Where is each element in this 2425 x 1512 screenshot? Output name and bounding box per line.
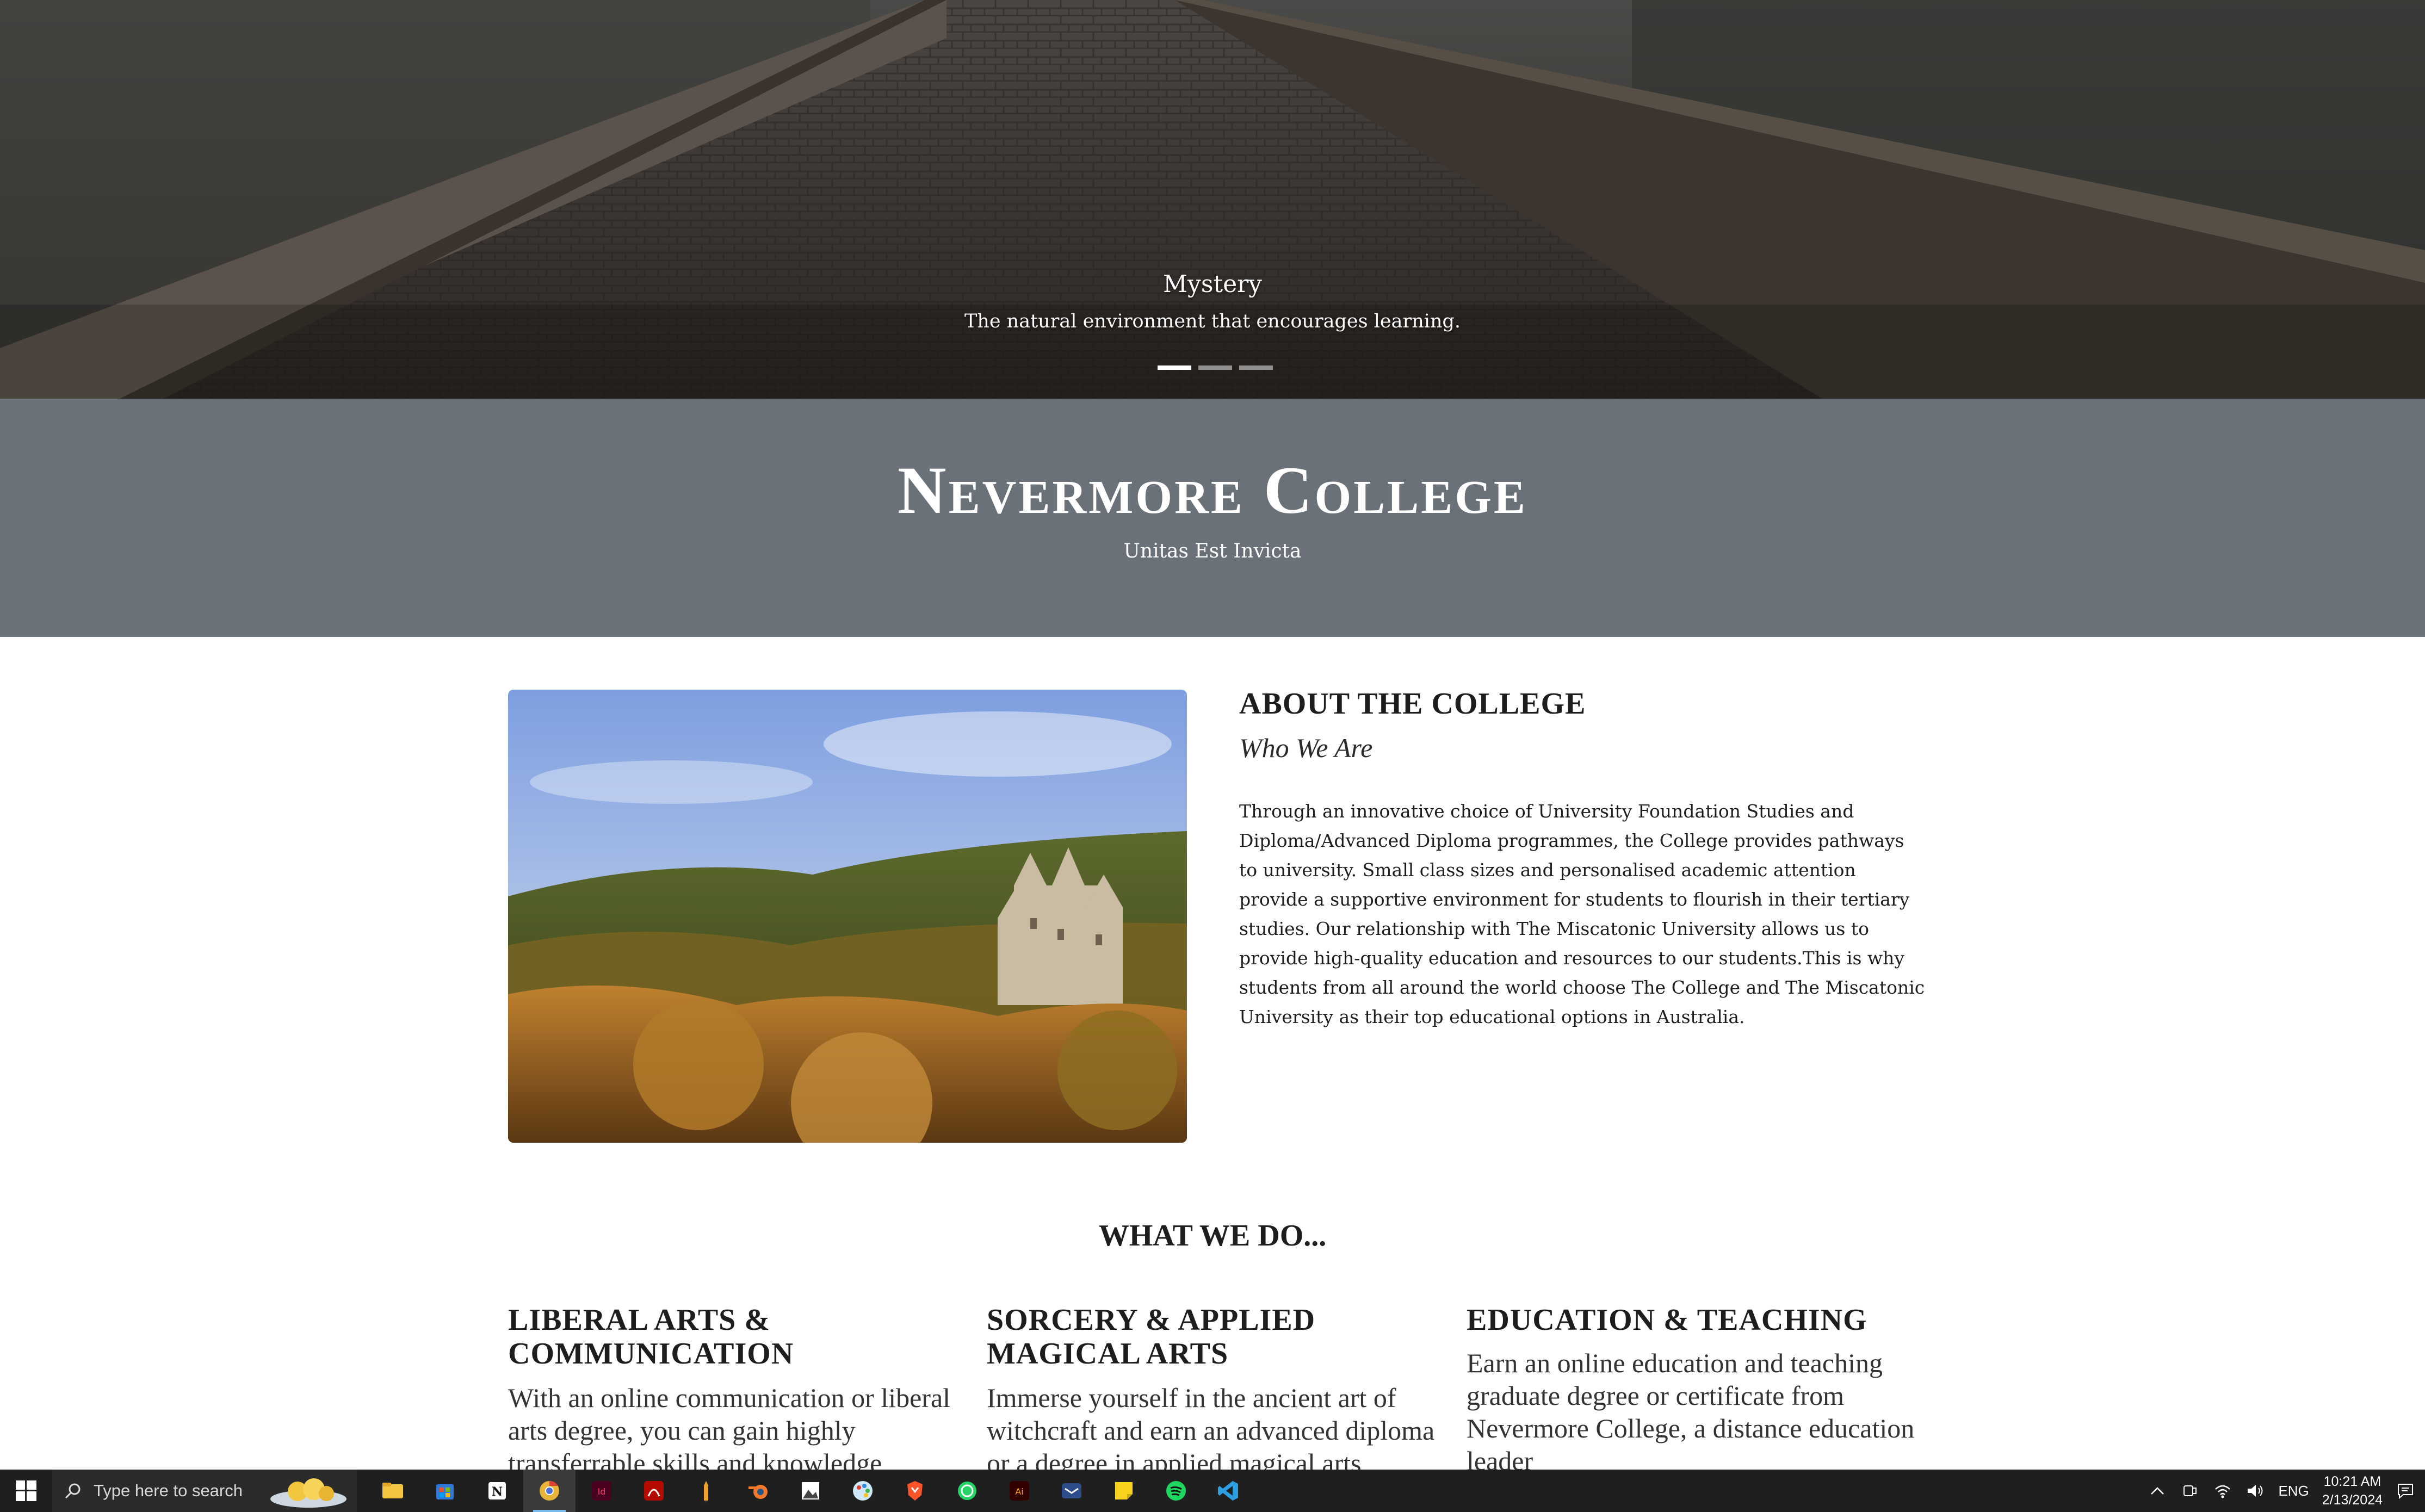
start-button[interactable] [0,1470,52,1512]
search-icon [65,1483,81,1499]
taskbar-app-whatsapp[interactable] [941,1470,993,1512]
taskbar-app-sticky-notes[interactable] [1098,1470,1150,1512]
carousel-indicator-2[interactable] [1198,365,1232,370]
meet-now-icon[interactable] [2180,1481,2200,1501]
mail-icon [1062,1483,1081,1498]
hero-carousel[interactable]: Mystery The natural environment that enc… [0,0,2425,399]
taskbar-app-vscode[interactable] [1202,1470,1254,1512]
taskbar-search-box[interactable]: Type here to search [52,1470,357,1512]
spotify-icon [1166,1481,1186,1501]
vscode-icon [1218,1481,1238,1501]
system-tray: ENG 10:21 AM 2/13/2024 [2148,1470,2425,1512]
photo-icon [802,1482,819,1499]
slide-title: Mystery [1162,270,1263,298]
svg-text:Ai: Ai [1015,1486,1023,1497]
pencil-icon [704,1481,708,1503]
notification-icon[interactable] [2396,1481,2415,1501]
about-subheading: Who We Are [1239,733,1373,763]
service-title: EDUCATION & TEACHING [1467,1303,1867,1337]
taskbar-app-blender[interactable] [732,1470,784,1512]
service-liberal-arts: LIBERAL ARTS & COMMUNICATION With an onl… [508,1303,965,1479]
taskbar-app-mail[interactable] [1046,1470,1098,1512]
taskbar-app-illustrator[interactable]: Ai [993,1470,1046,1512]
taskbar-app-pencil[interactable] [680,1470,732,1512]
svg-text:Id: Id [598,1486,606,1497]
clock[interactable]: 10:21 AM 2/13/2024 [2322,1472,2383,1509]
taskbar-app-chrome[interactable] [523,1470,576,1512]
taskbar-app-brave[interactable] [889,1470,941,1512]
taskbar-app-store[interactable] [419,1470,471,1512]
brave-icon [907,1481,923,1501]
service-text: With an online communication or liberal … [508,1383,951,1478]
taskbar-app-acrobat[interactable] [628,1470,680,1512]
slide-subtitle: The natural environment that encourages … [964,311,1461,332]
service-title: LIBERAL ARTS & COMMUNICATION [508,1303,794,1371]
clock-date: 2/13/2024 [2322,1492,2383,1508]
service-text: Immerse yourself in the ancient art of w… [987,1383,1435,1478]
search-placeholder: Type here to search [94,1481,243,1500]
volume-icon[interactable] [2245,1481,2265,1501]
svg-text:N: N [492,1485,503,1499]
notion-icon: N [488,1482,506,1499]
title-band: Nevermore College Unitas Est Invicta [0,399,2425,637]
chevron-up-icon[interactable] [2148,1481,2167,1501]
wifi-icon[interactable] [2213,1481,2232,1501]
palette-icon [853,1481,873,1501]
sticky-note-icon [1115,1482,1133,1499]
service-sorcery: SORCERY & APPLIED MAGICAL ARTS Immerse y… [987,1303,1444,1479]
carousel-indicator-3[interactable] [1239,365,1273,370]
store-icon [436,1484,454,1499]
windows-taskbar: Type here to search N Id Ai ENG 10:21 AM… [0,1470,2425,1512]
taskbar-app-paint[interactable] [837,1470,889,1512]
service-text: Earn an online education and teaching gr… [1467,1348,1915,1476]
taskbar-app-indesign[interactable]: Id [576,1470,628,1512]
what-we-do-heading: WHAT WE DO... [1098,1219,1327,1253]
chrome-icon [540,1480,559,1501]
acrobat-icon [644,1481,664,1501]
service-education: EDUCATION & TEACHING Earn an online educ… [1467,1303,1923,1477]
service-title: SORCERY & APPLIED MAGICAL ARTS [987,1303,1316,1371]
about-heading: ABOUT THE COLLEGE [1239,687,1586,721]
language-indicator[interactable]: ENG [2278,1483,2309,1499]
taskbar-app-photos[interactable] [784,1470,837,1512]
college-name: Nevermore College [898,453,1527,528]
clock-time: 10:21 AM [2323,1474,2381,1489]
search-highlight-icon [270,1478,347,1508]
indesign-icon: Id [592,1481,611,1501]
taskbar-app-notion[interactable]: N [471,1470,523,1512]
folder-icon [382,1483,403,1498]
about-body: Through an innovative choice of Universi… [1239,801,1925,1027]
taskbar-apps: N Id Ai [367,1470,1254,1512]
whatsapp-icon [958,1482,976,1500]
college-motto: Unitas Est Invicta [1123,540,1302,562]
taskbar-app-spotify[interactable] [1150,1470,1202,1512]
hero-bridge-image [0,0,2425,399]
illustrator-icon: Ai [1010,1481,1029,1501]
carousel-indicators [1158,365,1273,370]
carousel-indicator-1[interactable] [1158,365,1191,370]
castle-image [508,690,1187,1143]
windows-logo-icon [16,1480,36,1501]
taskbar-app-file-explorer[interactable] [367,1470,419,1512]
blender-icon [748,1485,768,1499]
